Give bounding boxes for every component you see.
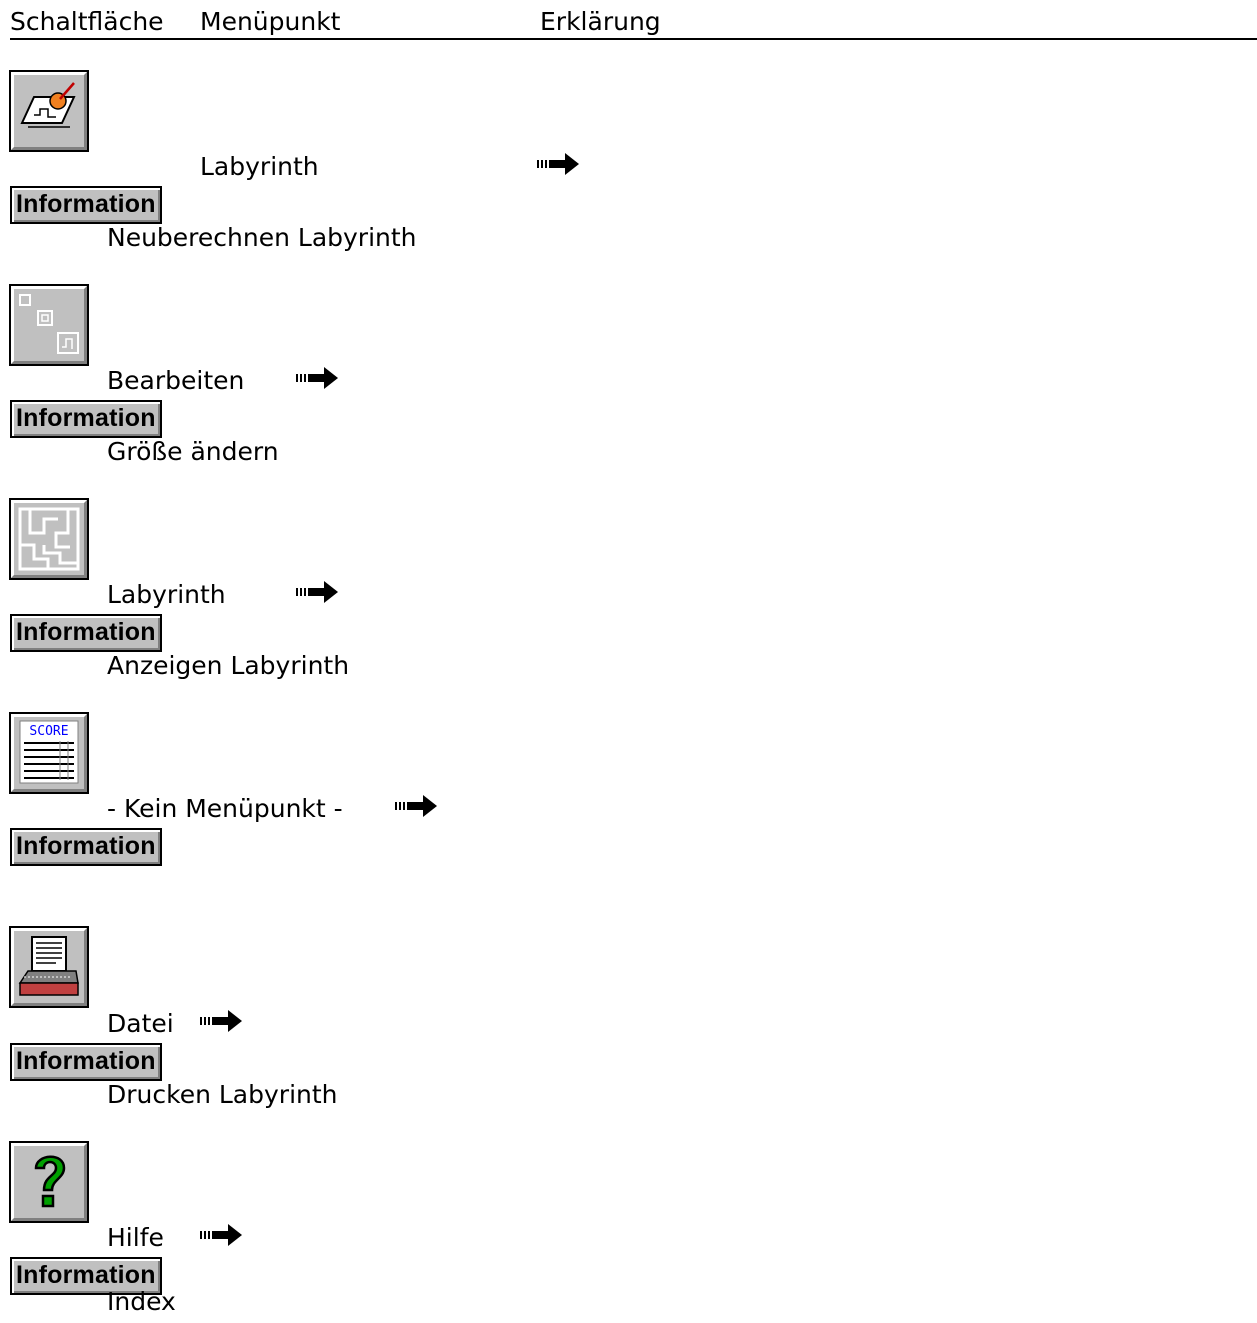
arrow-right-icon	[200, 1010, 246, 1032]
arrow-right-icon	[200, 1224, 246, 1246]
information-button[interactable]: Information	[10, 400, 162, 438]
column-header-button: Schaltfläche	[10, 7, 164, 36]
printer-icon	[18, 936, 79, 996]
menu-label: Bearbeiten	[107, 366, 245, 395]
information-button[interactable]: Information	[10, 1043, 162, 1081]
information-button[interactable]: Information	[10, 186, 162, 224]
menu-label: Datei	[107, 1009, 174, 1038]
maze-icon	[18, 507, 80, 571]
column-header-explanation: Erklärung	[540, 7, 661, 36]
score-icon: SCORE	[19, 720, 79, 784]
edit-labyrinth-icon	[20, 82, 76, 128]
print-button[interactable]	[9, 926, 89, 1008]
column-header-menu: Menüpunkt	[200, 7, 341, 36]
arrow-right-icon	[296, 367, 342, 389]
header-divider	[10, 38, 1257, 40]
command-label: Drucken Labyrinth	[107, 1080, 338, 1109]
command-label: Anzeigen Labyrinth	[107, 651, 350, 680]
arrow-right-icon	[537, 153, 583, 175]
information-button[interactable]: Information	[10, 828, 162, 866]
menu-label: - Kein Menüpunkt -	[107, 794, 343, 823]
resize-icon	[19, 294, 79, 354]
show-maze-button[interactable]	[9, 498, 89, 580]
resize-button[interactable]	[9, 284, 89, 366]
menu-label: Labyrinth	[200, 152, 319, 181]
help-question-icon	[34, 1155, 66, 1208]
menu-label: Hilfe	[107, 1223, 164, 1252]
svg-text:SCORE: SCORE	[29, 724, 68, 739]
help-button[interactable]	[9, 1141, 89, 1223]
arrow-right-icon	[395, 795, 441, 817]
menu-label: Labyrinth	[107, 580, 226, 609]
edit-labyrinth-button[interactable]	[9, 70, 89, 152]
command-label: Index	[107, 1287, 176, 1316]
command-label: Größe ändern	[107, 437, 279, 466]
information-button[interactable]: Information	[10, 614, 162, 652]
arrow-right-icon	[296, 581, 342, 603]
score-button[interactable]: SCORE	[9, 712, 89, 794]
command-label: Neuberechnen Labyrinth	[107, 223, 417, 252]
